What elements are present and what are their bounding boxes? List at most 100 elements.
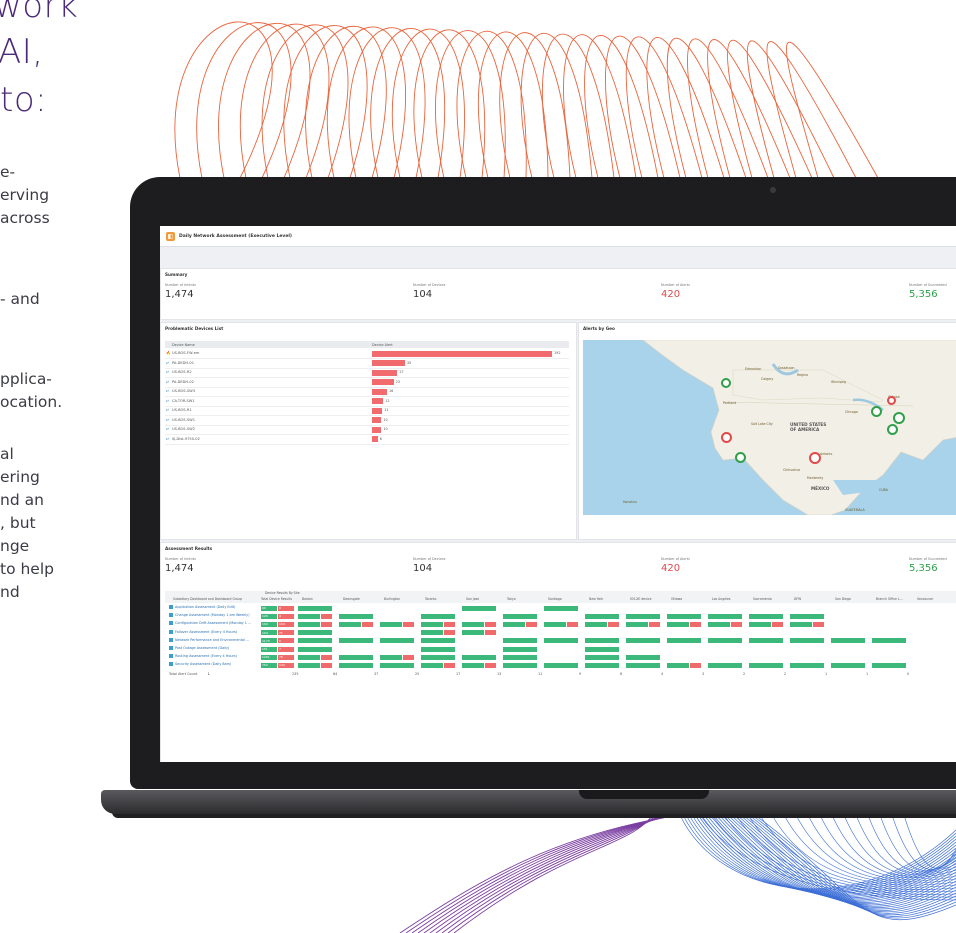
- site-result-bar[interactable]: [298, 630, 332, 636]
- total-green-bar[interactable]: 1261: [261, 654, 277, 660]
- device-name[interactable]: US-BOS-SW3: [172, 389, 195, 393]
- column-header[interactable]: Boston: [302, 597, 313, 601]
- total-red-bar[interactable]: 144: [278, 662, 294, 668]
- alert-marker[interactable]: [809, 452, 821, 464]
- site-alert-bar[interactable]: [485, 630, 496, 636]
- site-alert-bar[interactable]: [321, 621, 332, 627]
- site-result-bar[interactable]: [790, 621, 812, 627]
- site-alert-bar[interactable]: [608, 621, 619, 627]
- site-result-bar[interactable]: [380, 621, 402, 627]
- site-result-bar[interactable]: [298, 613, 320, 619]
- device-name[interactable]: US-BOS-R1: [172, 408, 192, 412]
- site-result-bar[interactable]: [544, 662, 578, 668]
- device-name[interactable]: US-BOS-SW1: [172, 418, 195, 422]
- site-result-bar[interactable]: [503, 662, 537, 668]
- site-result-bar[interactable]: [380, 638, 414, 644]
- alert-marker[interactable]: [887, 424, 898, 435]
- site-result-bar[interactable]: [749, 638, 783, 644]
- alert-bar[interactable]: [372, 379, 394, 385]
- column-header[interactable]: Branch Office L...: [876, 597, 903, 601]
- site-result-bar[interactable]: [585, 613, 619, 619]
- column-header[interactable]: San Jose: [466, 597, 479, 601]
- site-alert-bar[interactable]: [731, 621, 742, 627]
- site-result-bar[interactable]: [585, 646, 619, 652]
- site-result-bar[interactable]: [790, 638, 824, 644]
- assessment-row-label[interactable]: Routing Assessment (Every 4 Hours): [169, 654, 237, 658]
- column-header[interactable]: San Diego: [835, 597, 851, 601]
- alert-marker[interactable]: [887, 396, 896, 405]
- column-header[interactable]: Burlington: [384, 597, 400, 601]
- total-red-bar[interactable]: 8: [278, 605, 294, 611]
- site-alert-bar[interactable]: [813, 621, 824, 627]
- site-alert-bar[interactable]: [444, 630, 455, 636]
- column-header[interactable]: New York: [589, 597, 603, 601]
- site-result-bar[interactable]: [421, 654, 455, 660]
- site-result-bar[interactable]: [667, 638, 701, 644]
- column-header[interactable]: Ottawa: [671, 597, 682, 601]
- alert-bar[interactable]: [372, 436, 378, 442]
- assessment-row-label[interactable]: Change Assessment (Monday 1 am Weekly): [169, 613, 250, 617]
- device-name[interactable]: SJ-Dist-9750-02: [172, 437, 200, 441]
- device-name[interactable]: CA-TOR-SW1: [172, 399, 195, 403]
- site-alert-bar[interactable]: [321, 654, 332, 660]
- site-result-bar[interactable]: [831, 662, 865, 668]
- site-alert-bar[interactable]: [690, 621, 701, 627]
- assessment-row-label[interactable]: Failover Assessment (Every 4 Hours): [169, 630, 237, 634]
- site-result-bar[interactable]: [339, 638, 373, 644]
- total-red-bar[interactable]: 71: [278, 630, 294, 636]
- site-result-bar[interactable]: [298, 638, 332, 644]
- site-alert-bar[interactable]: [362, 621, 373, 627]
- alert-bar[interactable]: [372, 417, 382, 423]
- site-result-bar[interactable]: [421, 613, 455, 619]
- site-result-bar[interactable]: [421, 621, 443, 627]
- alert-marker[interactable]: [871, 406, 882, 417]
- total-green-bar[interactable]: 126: [261, 613, 277, 619]
- column-header[interactable]: Deansgate: [343, 597, 360, 601]
- assessment-row-label[interactable]: Network Performance and Environmental ..…: [169, 638, 249, 642]
- device-row[interactable]: ⇄ CA-TOR-SW1 12: [165, 397, 569, 407]
- alert-bar[interactable]: [372, 426, 382, 433]
- site-result-bar[interactable]: [585, 621, 607, 627]
- column-header[interactable]: IOS-XE device: [630, 597, 652, 601]
- site-result-bar[interactable]: [708, 662, 742, 668]
- alert-bar[interactable]: [372, 350, 552, 357]
- site-alert-bar[interactable]: [567, 621, 578, 627]
- total-green-bar[interactable]: 1173: [261, 638, 277, 644]
- site-alert-bar[interactable]: [690, 662, 701, 668]
- site-alert-bar[interactable]: [403, 621, 414, 627]
- device-row[interactable]: ⇄ US-BOS-SW3 16: [165, 387, 569, 397]
- site-result-bar[interactable]: [626, 654, 660, 660]
- device-row[interactable]: ⇄ US-BOS-SW1 10: [165, 416, 569, 426]
- device-row[interactable]: ⇄ US-BOS-R2 27: [165, 368, 569, 378]
- column-header[interactable]: Sacramento: [753, 597, 772, 601]
- site-result-bar[interactable]: [872, 638, 906, 644]
- column-header[interactable]: Total Device Results: [261, 597, 292, 601]
- site-result-bar[interactable]: [749, 662, 783, 668]
- site-result-bar[interactable]: [462, 662, 484, 668]
- site-result-bar[interactable]: [585, 662, 619, 668]
- site-result-bar[interactable]: [544, 605, 578, 611]
- site-result-bar[interactable]: [790, 662, 824, 668]
- site-result-bar[interactable]: [708, 638, 742, 644]
- site-result-bar[interactable]: [667, 613, 701, 619]
- device-row[interactable]: ⇄ US-BOS-SW2 10: [165, 425, 569, 435]
- site-result-bar[interactable]: [462, 630, 484, 636]
- site-alert-bar[interactable]: [444, 662, 455, 668]
- site-result-bar[interactable]: [503, 638, 537, 644]
- assessment-row-label[interactable]: Application Assessment (Daily Edit): [169, 605, 235, 609]
- alert-bar[interactable]: [372, 398, 384, 404]
- assessment-row-label[interactable]: Post Outage Assessment (Daily): [169, 646, 229, 650]
- device-name[interactable]: US-BOS-R2: [172, 370, 192, 374]
- site-result-bar[interactable]: [626, 613, 660, 619]
- alert-bar[interactable]: [372, 407, 383, 414]
- column-header[interactable]: Vancouver: [917, 597, 933, 601]
- site-result-bar[interactable]: [298, 605, 332, 611]
- site-result-bar[interactable]: [872, 662, 906, 668]
- site-result-bar[interactable]: [503, 646, 537, 652]
- device-row[interactable]: ⇄ SJ-Dist-9750-02 6: [165, 435, 569, 445]
- device-name[interactable]: US-BOS-FW-em: [172, 351, 199, 355]
- site-result-bar[interactable]: [421, 630, 443, 636]
- site-result-bar[interactable]: [790, 613, 824, 619]
- site-result-bar[interactable]: [544, 638, 578, 644]
- total-red-bar[interactable]: 104: [278, 621, 294, 627]
